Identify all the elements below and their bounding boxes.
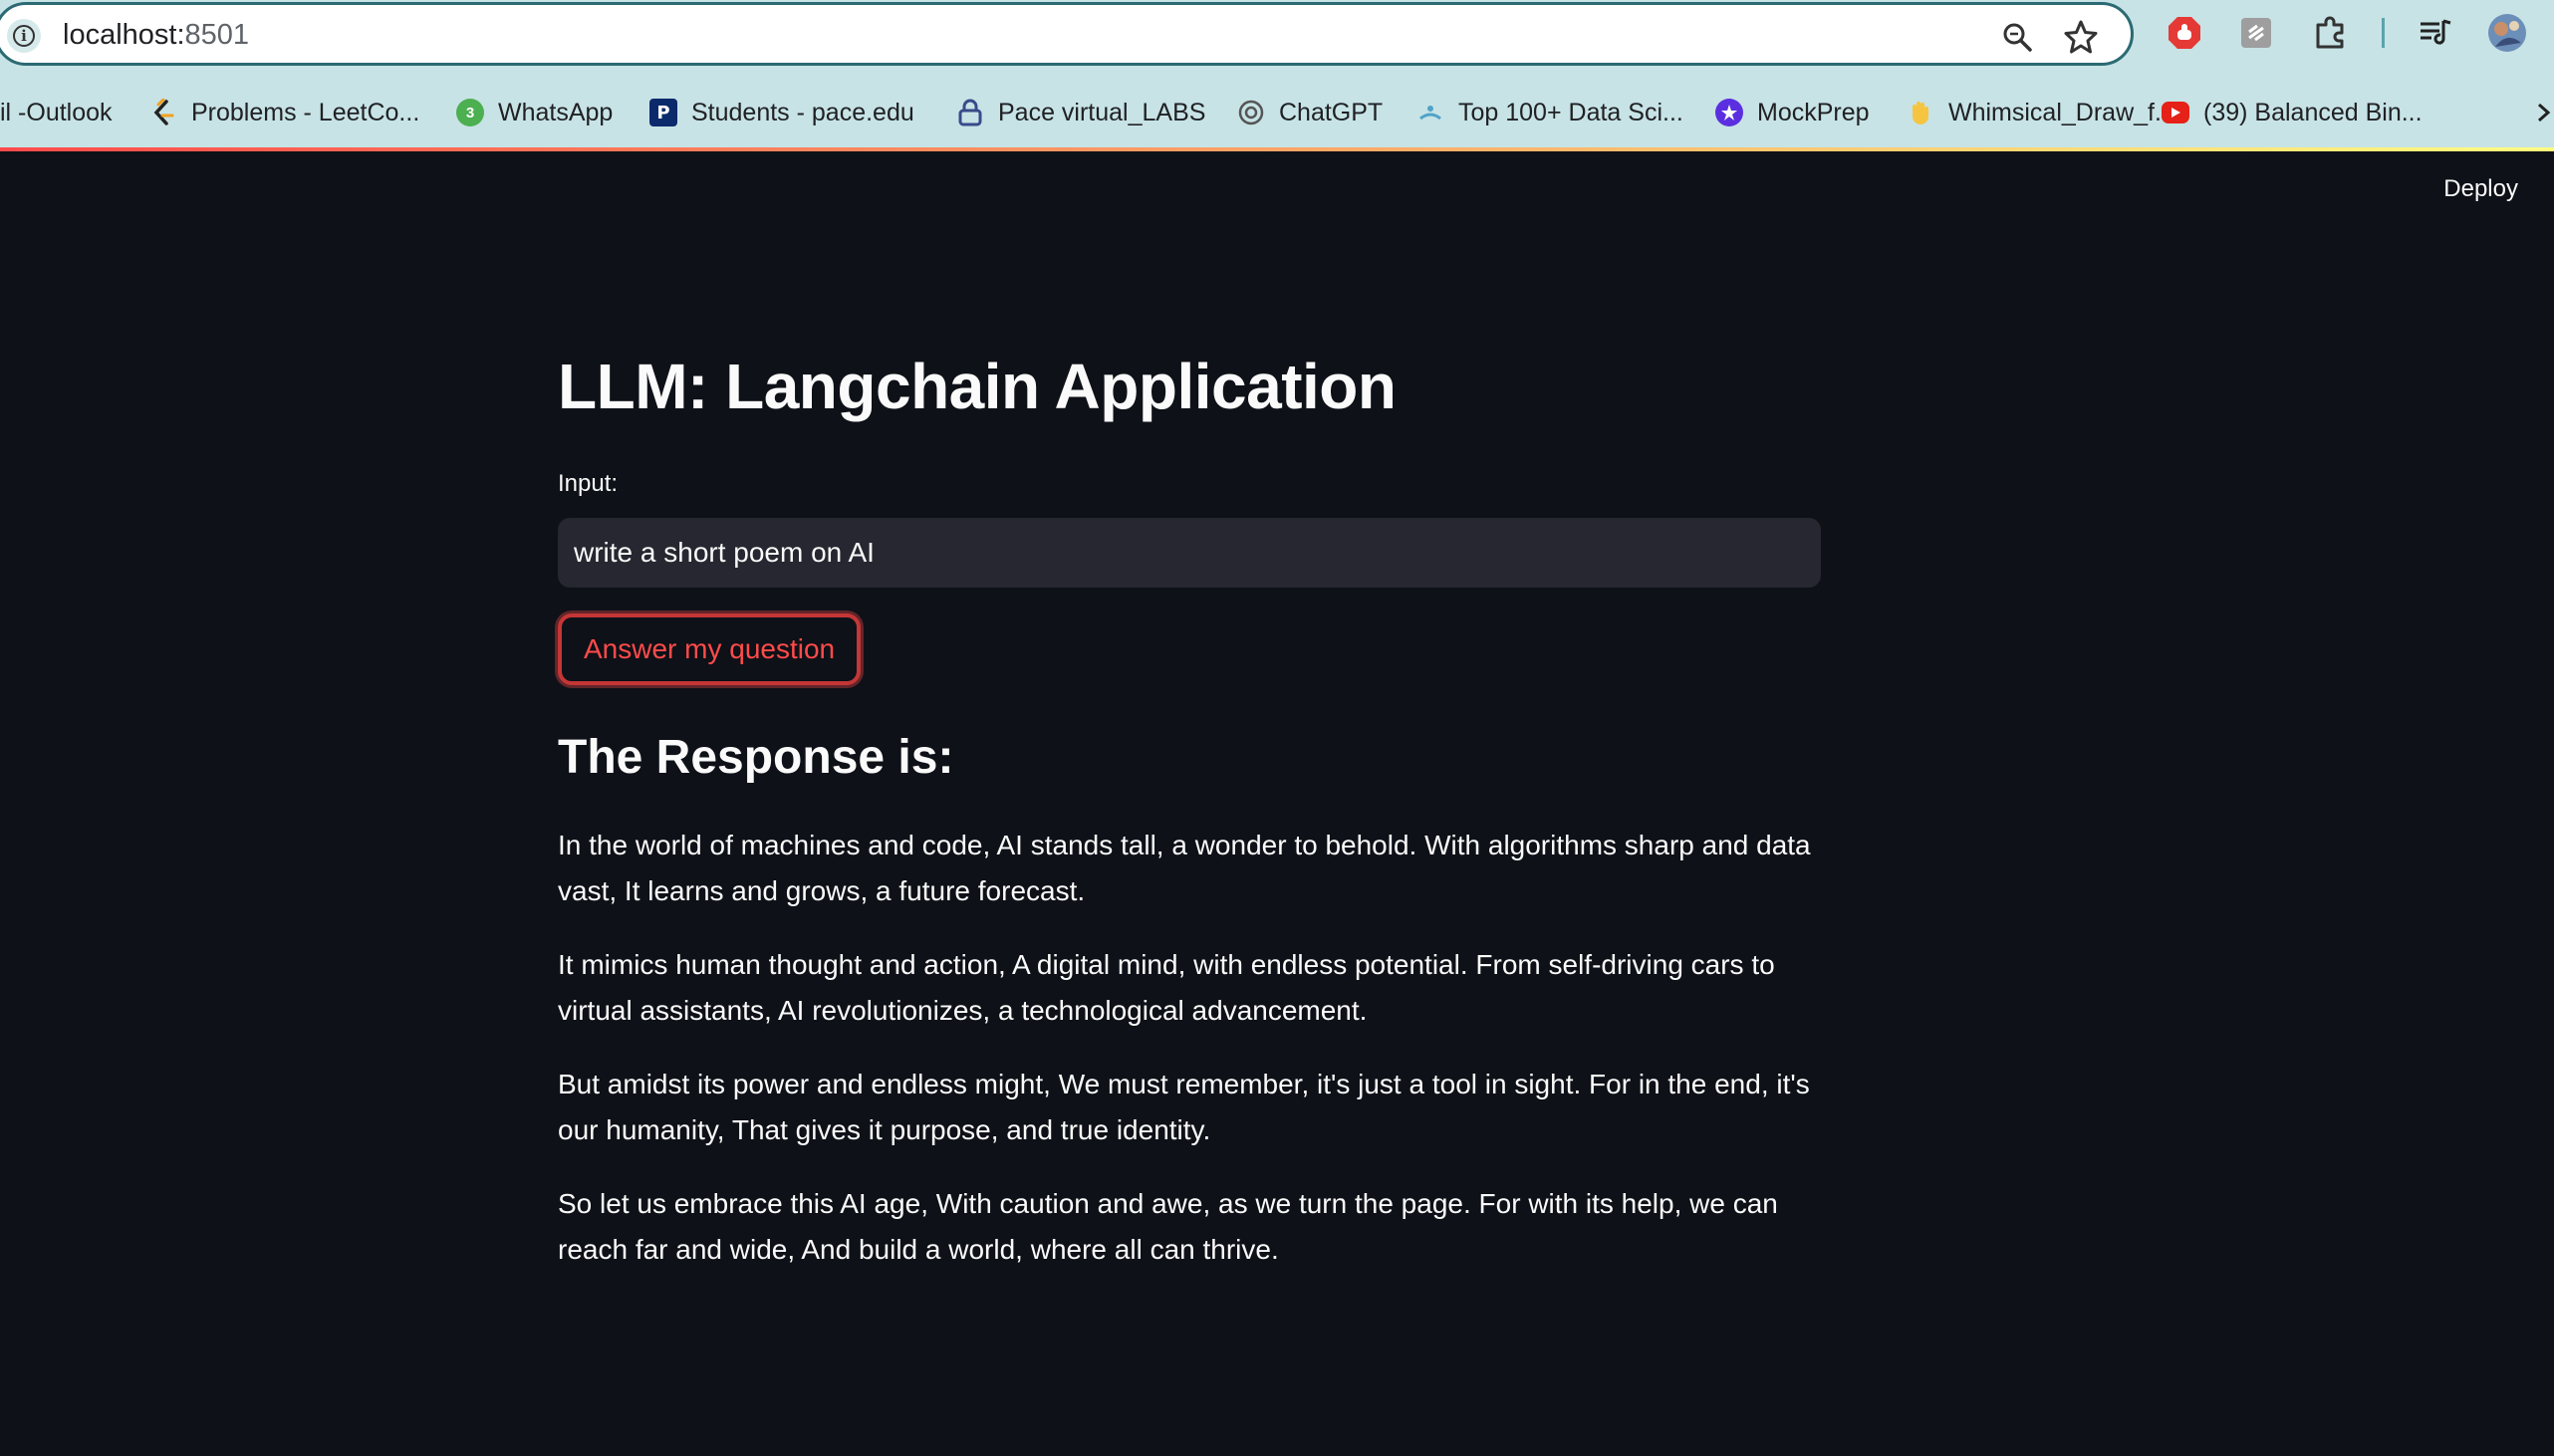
whatsapp-icon: 3: [456, 99, 484, 126]
bookmark-outlook[interactable]: il -Outlook: [0, 90, 113, 135]
bookmark-whatsapp[interactable]: 3 WhatsApp: [456, 90, 613, 135]
bookmark-datasci[interactable]: Top 100+ Data Sci...: [1416, 90, 1683, 135]
response-paragraph: It mimics human thought and action, A di…: [558, 949, 1775, 1026]
site-info-icon[interactable]: i: [7, 19, 41, 53]
address-bar[interactable]: i localhost:8501: [0, 2, 2134, 66]
extensions-puzzle-icon[interactable]: [2309, 12, 2351, 54]
deploy-button[interactable]: Deploy: [2443, 175, 2518, 203]
media-queue-icon[interactable]: [2415, 12, 2456, 54]
mockprep-icon: [1715, 99, 1743, 126]
profile-avatar[interactable]: [2486, 12, 2528, 54]
input-label: Input:: [558, 470, 619, 497]
url-text[interactable]: localhost:8501: [63, 19, 249, 52]
more-bookmarks-chevron-icon[interactable]: [2536, 90, 2554, 135]
bookmark-youtube[interactable]: (39) Balanced Bin...: [2162, 90, 2423, 135]
browser-chrome: i localhost:8501 il -Outlook Problems - …: [0, 0, 2554, 151]
response-paragraph: So let us embrace this AI age, With caut…: [558, 1188, 1778, 1265]
zoom-icon[interactable]: [1997, 17, 2037, 57]
bookmark-leetcode[interactable]: Problems - LeetCo...: [149, 90, 419, 135]
response-heading: The Response is:: [558, 731, 954, 784]
bookmark-star-icon[interactable]: [2061, 17, 2101, 57]
bookmark-pace-labs[interactable]: Pace virtual_LABS: [956, 90, 1205, 135]
page-title: LLM: Langchain Application: [558, 351, 1397, 422]
bookmark-chatgpt[interactable]: ChatGPT: [1237, 90, 1383, 135]
adblock-extension-icon[interactable]: [2164, 12, 2205, 54]
bookmark-pace-students[interactable]: P Students - pace.edu: [649, 90, 914, 135]
datasci-icon: [1416, 99, 1444, 126]
main-content: LLM: Langchain Application Input: write …: [558, 339, 1821, 1273]
lock-icon: [956, 99, 984, 126]
bookmarks-bar: il -Outlook Problems - LeetCo... 3 Whats…: [0, 90, 2554, 135]
bookmark-whimsical[interactable]: Whimsical_Draw_f...: [1907, 90, 2175, 135]
pace-icon: P: [649, 99, 677, 126]
answer-button[interactable]: Answer my question: [558, 613, 862, 685]
wave-hand-icon: [1907, 99, 1934, 126]
question-input[interactable]: write a short poem on AI: [558, 518, 1821, 588]
header-decoration-bar: [0, 147, 2554, 151]
toolbar-divider: [2382, 18, 2385, 48]
bookmark-mockprep[interactable]: MockPrep: [1715, 90, 1870, 135]
response-paragraph: In the world of machines and code, AI st…: [558, 830, 1811, 906]
youtube-icon: [2162, 102, 2189, 123]
chatgpt-icon: [1237, 99, 1265, 126]
leetcode-icon: [149, 99, 177, 126]
response-paragraph: But amidst its power and endless might, …: [558, 1069, 1810, 1145]
extension-grey-icon[interactable]: [2235, 12, 2277, 54]
